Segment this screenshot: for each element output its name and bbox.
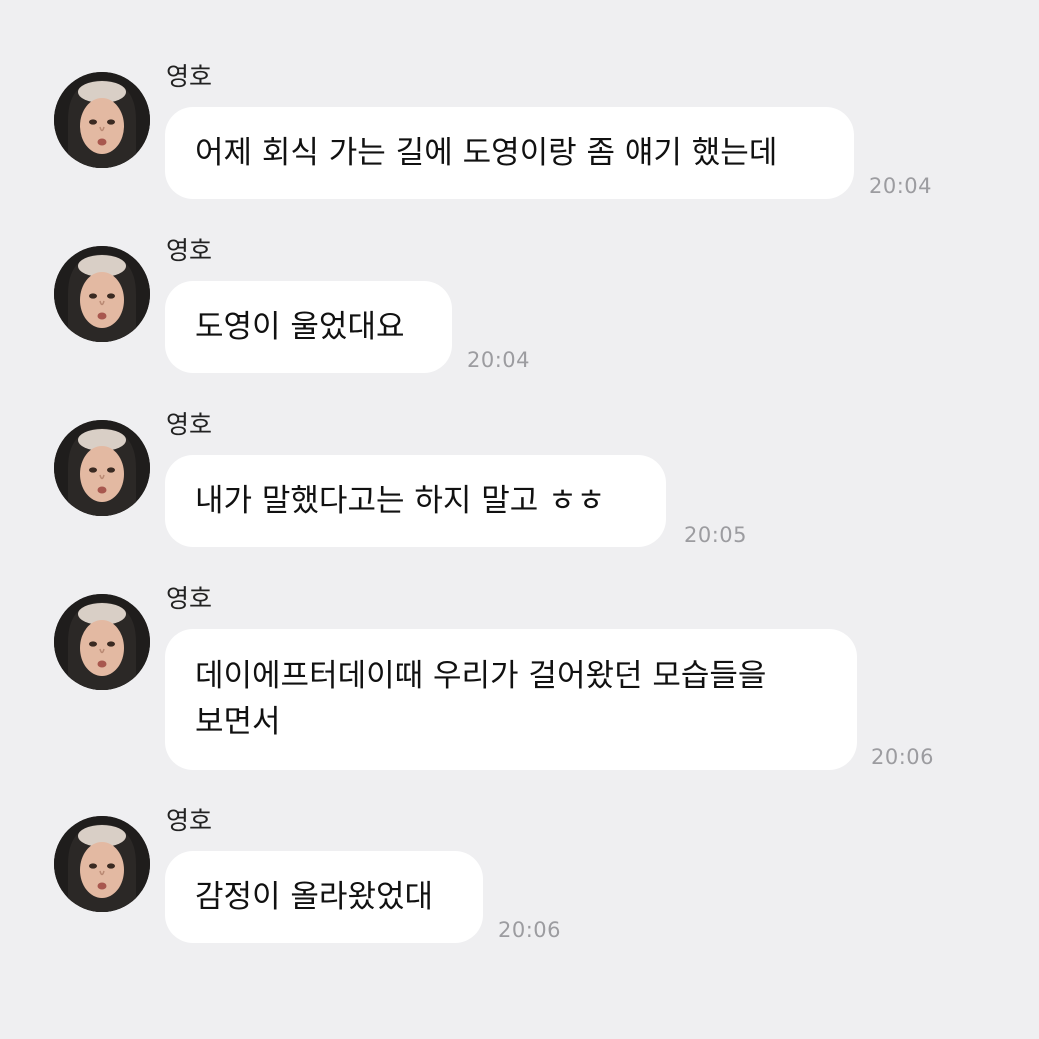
sender-name: 영호 [166,236,213,265]
chat-message-list[interactable]: 영호 어제 회식 가는 길에 도영이랑 좀 얘기 했는데 20:04 영호 도영… [0,0,1039,1039]
message-bubble[interactable]: 데이에프터데이때 우리가 걸어왔던 모습들을 보면서 [165,629,857,770]
message-timestamp: 20:04 [869,174,933,198]
avatar-portrait-icon [54,246,150,342]
avatar-portrait-icon [54,594,150,690]
message-bubble[interactable]: 감정이 올라왔었대 [165,851,483,943]
message-text-line: 보면서 [195,704,281,740]
avatar-portrait-icon [54,420,150,516]
sender-name: 영호 [166,806,213,835]
message-timestamp: 20:06 [871,745,935,769]
message-text: 내가 말했다고는 하지 말고 ㅎㅎ [195,483,606,519]
sender-name: 영호 [166,62,213,91]
message-bubble[interactable]: 어제 회식 가는 길에 도영이랑 좀 얘기 했는데 [165,107,854,199]
message-timestamp: 20:04 [467,348,531,372]
avatar-portrait-icon [54,72,150,168]
message-timestamp: 20:06 [498,918,562,942]
message-text: 도영이 울었대요 [195,309,405,345]
sender-avatar[interactable] [54,816,150,912]
sender-avatar[interactable] [54,246,150,342]
sender-avatar[interactable] [54,72,150,168]
message-bubble[interactable]: 도영이 울었대요 [165,281,452,373]
sender-avatar[interactable] [54,594,150,690]
message-text-line: 데이에프터데이때 우리가 걸어왔던 모습들을 [195,658,767,694]
sender-avatar[interactable] [54,420,150,516]
sender-name: 영호 [166,584,213,613]
message-timestamp: 20:05 [684,523,748,547]
message-text: 감정이 올라왔었대 [195,879,434,915]
message-bubble[interactable]: 내가 말했다고는 하지 말고 ㅎㅎ [165,455,666,547]
sender-name: 영호 [166,410,213,439]
message-text: 어제 회식 가는 길에 도영이랑 좀 얘기 했는데 [195,135,778,171]
avatar-portrait-icon [54,816,150,912]
